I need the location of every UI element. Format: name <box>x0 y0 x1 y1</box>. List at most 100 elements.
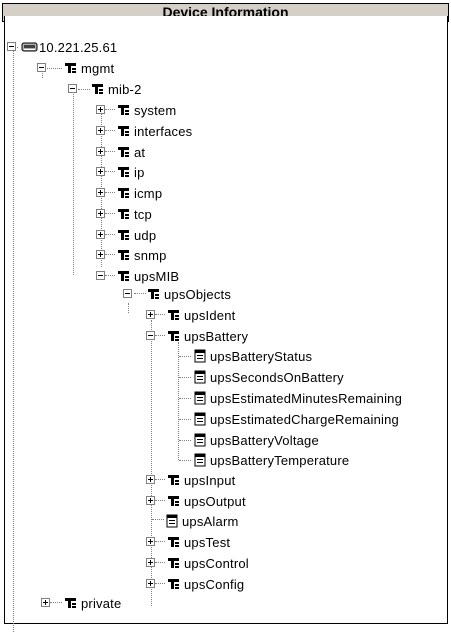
expand-toggle[interactable] <box>96 167 105 176</box>
tree-line <box>13 50 14 632</box>
expand-toggle[interactable] <box>146 475 155 484</box>
tree-line <box>179 398 191 399</box>
collapse-toggle[interactable] <box>68 84 77 93</box>
node-label: upsBatteryStatus <box>210 348 313 364</box>
collapse-toggle[interactable] <box>37 63 46 72</box>
mib-folder-icon <box>116 145 131 159</box>
tree-node-private[interactable]: private <box>63 593 121 613</box>
tree-node-upsestimatedchargeremaining[interactable]: upsEstimatedChargeRemaining <box>192 409 399 429</box>
tree-line <box>179 356 191 357</box>
tree-node-upsestimatedminutesremaining[interactable]: upsEstimatedMinutesRemaining <box>192 388 402 408</box>
mib-folder-icon <box>166 577 181 591</box>
tree-node-icmp[interactable]: icmp <box>116 183 162 203</box>
tree-line <box>155 583 165 584</box>
tree-node-mgmt[interactable]: mgmt <box>63 58 114 78</box>
node-label: udp <box>134 227 157 243</box>
node-label: mib-2 <box>108 81 142 97</box>
expand-toggle[interactable] <box>146 310 155 319</box>
mib-folder-icon <box>166 473 181 487</box>
expand-toggle[interactable] <box>96 209 105 218</box>
tree-node-at[interactable]: at <box>116 142 145 162</box>
node-label: 10.221.25.61 <box>39 39 118 55</box>
node-label: upsBatteryTemperature <box>210 452 350 468</box>
mib-folder-icon <box>116 228 131 242</box>
node-label: upsTest <box>184 534 231 550</box>
tree-node-upsalarm[interactable]: upsAlarm <box>164 511 239 531</box>
mib-leaf-icon <box>192 453 207 467</box>
tree-node-system[interactable]: system <box>116 100 176 120</box>
tree-node-upsmib[interactable]: upsMIB <box>116 266 179 286</box>
node-label: upsBatteryVoltage <box>210 432 319 448</box>
tree-line <box>105 171 115 172</box>
tree-node-upsbatteryvoltage[interactable]: upsBatteryVoltage <box>192 430 319 450</box>
expand-toggle[interactable] <box>146 496 155 505</box>
expand-toggle[interactable] <box>41 598 50 607</box>
mib-tree: 10.221.25.61 mgmt mib-2 system interface… <box>0 0 451 632</box>
mib-folder-icon <box>116 103 131 117</box>
node-label: ip <box>134 164 145 180</box>
collapse-toggle[interactable] <box>96 271 105 280</box>
tree-line <box>134 293 146 294</box>
tree-node-ip[interactable]: ip <box>116 162 145 182</box>
mib-leaf-icon <box>192 412 207 426</box>
tree-node-upsobjects[interactable]: upsObjects <box>146 284 231 304</box>
tree-node-upsbatterystatus[interactable]: upsBatteryStatus <box>192 346 312 366</box>
expand-toggle[interactable] <box>96 147 105 156</box>
expand-toggle[interactable] <box>146 537 155 546</box>
expand-toggle[interactable] <box>96 230 105 239</box>
tree-line <box>105 213 115 214</box>
node-label: upsEstimatedMinutesRemaining <box>210 390 403 406</box>
tree-node-snmp[interactable]: snmp <box>116 245 167 265</box>
node-label: upsSecondsOnBattery <box>210 369 344 385</box>
expand-toggle[interactable] <box>146 558 155 567</box>
tree-line <box>155 479 165 480</box>
expand-toggle[interactable] <box>96 126 105 135</box>
tree-line <box>152 519 164 520</box>
tree-node-upsbattery[interactable]: upsBattery <box>166 326 248 346</box>
expand-toggle[interactable] <box>96 105 105 114</box>
tree-node-tcp[interactable]: tcp <box>116 204 152 224</box>
collapse-toggle[interactable] <box>7 42 16 51</box>
expand-toggle[interactable] <box>96 250 105 259</box>
mib-folder-icon <box>166 329 181 343</box>
mib-folder-icon <box>166 494 181 508</box>
tree-line <box>50 602 62 603</box>
node-label: mgmt <box>81 60 115 76</box>
tree-node-upsbatterytemperature[interactable]: upsBatteryTemperature <box>192 450 349 470</box>
tree-line <box>105 130 115 131</box>
tree-node-upstest[interactable]: upsTest <box>166 532 230 552</box>
expand-toggle[interactable] <box>146 579 155 588</box>
tree-node-udp[interactable]: udp <box>116 225 156 245</box>
node-label: private <box>81 595 122 611</box>
tree-line <box>105 275 115 276</box>
tree-node-root[interactable]: 10.221.25.61 <box>21 37 117 57</box>
node-label: upsConfig <box>184 576 245 592</box>
collapse-toggle[interactable] <box>123 289 132 298</box>
mib-folder-icon <box>116 207 131 221</box>
tree-line <box>105 151 115 152</box>
mib-folder-icon <box>116 186 131 200</box>
expand-toggle[interactable] <box>96 188 105 197</box>
mib-folder-icon <box>116 165 131 179</box>
tree-line <box>128 303 129 313</box>
device-icon <box>21 40 38 54</box>
tree-node-mib-2[interactable]: mib-2 <box>90 79 142 99</box>
tree-line <box>105 192 115 193</box>
collapse-toggle[interactable] <box>146 331 155 340</box>
tree-node-upsident[interactable]: upsIdent <box>166 305 235 325</box>
mib-folder-icon <box>116 269 131 283</box>
tree-line <box>179 440 191 441</box>
mib-folder-icon <box>90 82 105 96</box>
tree-line <box>155 541 165 542</box>
tree-node-upscontrol[interactable]: upsControl <box>166 553 249 573</box>
tree-node-upsconfig[interactable]: upsConfig <box>166 574 244 594</box>
tree-node-interfaces[interactable]: interfaces <box>116 121 192 141</box>
tree-node-upssecondsonbattery[interactable]: upsSecondsOnBattery <box>192 367 344 387</box>
node-label: upsControl <box>184 555 249 571</box>
node-label: upsEstimatedChargeRemaining <box>210 411 399 427</box>
node-label: upsAlarm <box>182 513 239 529</box>
tree-node-upsoutput[interactable]: upsOutput <box>166 491 246 511</box>
tree-line <box>105 254 115 255</box>
tree-node-upsinput[interactable]: upsInput <box>166 470 235 490</box>
mib-leaf-icon <box>192 433 207 447</box>
